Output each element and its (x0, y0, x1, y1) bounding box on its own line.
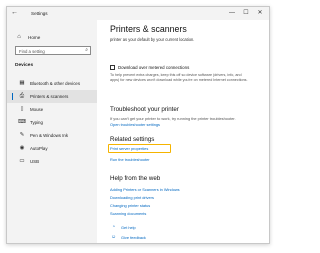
minimize-button[interactable]: — (225, 9, 239, 17)
close-button[interactable]: ✕ (253, 9, 267, 17)
search-icon: ⌕ (85, 47, 88, 53)
metered-checkbox[interactable] (110, 65, 115, 70)
sidebar-item-label: Pen & Windows Ink (30, 133, 69, 138)
metered-connection-option[interactable]: Download over metered connections (110, 65, 189, 70)
mouse-icon: ▯ (20, 106, 24, 112)
feedback-icon: ☺ (110, 234, 117, 240)
home-icon: ⌂ (17, 34, 21, 40)
title-bar: ← Settings — ☐ ✕ (7, 7, 269, 20)
sidebar-item-label: Printers & scanners (30, 94, 69, 99)
sidebar-item-label: USB (30, 159, 40, 164)
printer-icon: ⎙ (19, 93, 25, 99)
search-input[interactable]: Find a setting ⌕ (15, 46, 91, 55)
run-troubleshooter-link[interactable]: Run the troubleshooter (110, 157, 150, 162)
help-link-adding-printers[interactable]: Adding Printers or Scanners in Windows (110, 187, 180, 192)
sidebar-item-bluetooth[interactable]: ▦ Bluetooth & other devices (7, 77, 97, 90)
section-label: Devices (15, 63, 34, 68)
sidebar-item-autoplay[interactable]: ◉ AutoPlay (7, 142, 97, 155)
sidebar-item-mouse[interactable]: ▯ Mouse (7, 103, 97, 116)
sidebar-nav-list: ▦ Bluetooth & other devices ⎙ Printers &… (7, 77, 97, 168)
home-nav-item[interactable]: ⌂ Home (15, 34, 40, 41)
bluetooth-icon: ▦ (19, 80, 25, 86)
autoplay-icon: ◉ (19, 145, 25, 151)
usb-icon: ▭ (19, 158, 25, 164)
main-content: Printers & scanners printer as your defa… (97, 20, 269, 243)
help-link-print-drivers[interactable]: Downloading print drivers (110, 195, 154, 200)
sidebar-item-label: AutoPlay (30, 146, 48, 151)
keyboard-icon: ⌨ (18, 119, 26, 125)
default-printer-text: printer as your default by your current … (110, 37, 195, 42)
sidebar-item-typing[interactable]: ⌨ Typing (7, 116, 97, 129)
sidebar-item-label: Typing (30, 120, 43, 125)
sidebar-item-label: Mouse (30, 107, 44, 112)
maximize-button[interactable]: ☐ (239, 9, 253, 17)
troubleshoot-description: If you can't get your printer to work, t… (110, 116, 236, 121)
home-label: Home (28, 35, 41, 40)
sidebar-item-printers[interactable]: ⎙ Printers & scanners (7, 90, 97, 103)
metered-description: To help prevent extra charges, keep this… (110, 73, 248, 82)
metered-checkbox-label: Download over metered connections (118, 65, 190, 70)
sidebar-item-usb[interactable]: ▭ USB (7, 155, 97, 168)
help-link-printer-status[interactable]: Changing printer status (110, 203, 150, 208)
give-feedback-link[interactable]: Give feedback (121, 235, 146, 240)
pen-icon: ✎ (19, 132, 25, 138)
search-placeholder: Find a setting (19, 48, 45, 54)
help-heading: Help from the web (110, 175, 161, 182)
help-link-scanning[interactable]: Scanning documents (110, 211, 146, 216)
open-troubleshooter-link[interactable]: Open troubleshooter settings (110, 122, 160, 127)
page-title: Printers & scanners (110, 24, 187, 34)
get-help-row[interactable]: ◔ Get help (110, 224, 136, 230)
sidebar-item-label: Bluetooth & other devices (30, 81, 81, 86)
sidebar: ⌂ Home Find a setting ⌕ Devices ▦ Blueto… (7, 20, 97, 243)
related-settings-heading: Related settings (110, 136, 155, 143)
get-help-link[interactable]: Get help (121, 225, 136, 230)
troubleshoot-heading: Troubleshoot your printer (110, 106, 179, 113)
settings-window: ← Settings — ☐ ✕ ⌂ Home Find a setting ⌕… (6, 6, 270, 244)
back-arrow-icon[interactable]: ← (11, 9, 18, 16)
sidebar-item-pen[interactable]: ✎ Pen & Windows Ink (7, 129, 97, 142)
window-controls: — ☐ ✕ (225, 9, 267, 17)
help-icon: ◔ (111, 224, 116, 230)
app-title: Settings (31, 11, 48, 16)
give-feedback-row[interactable]: ☺ Give feedback (110, 234, 146, 240)
print-server-properties-link[interactable]: Print server properties (110, 146, 148, 151)
